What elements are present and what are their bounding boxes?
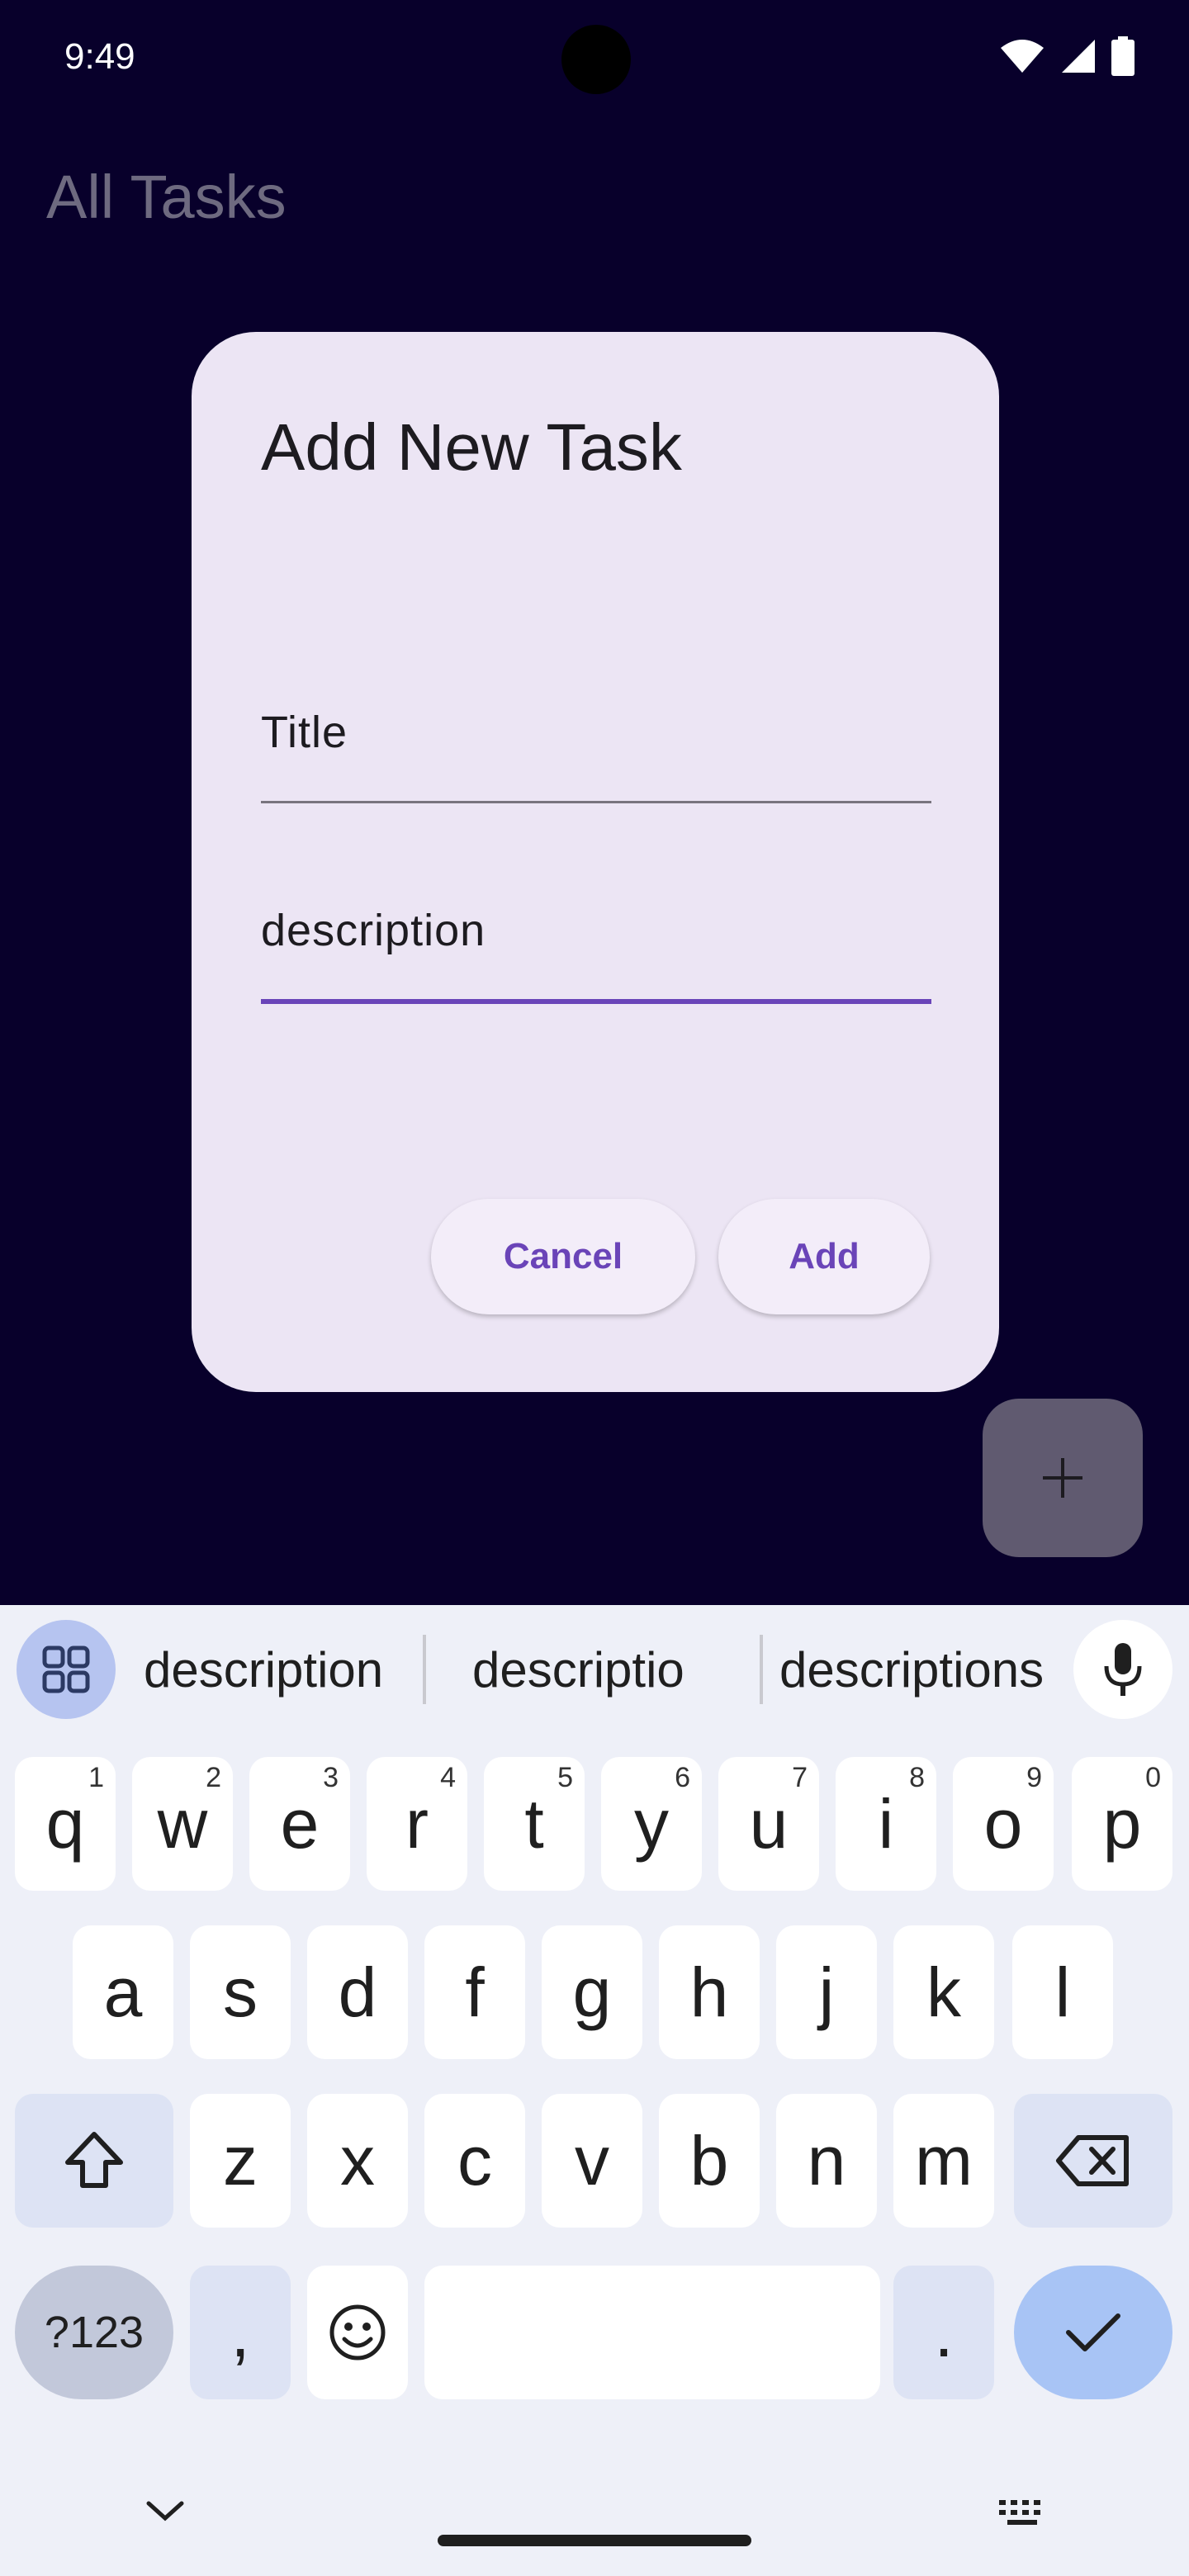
add-button[interactable]: Add [718, 1199, 930, 1314]
key-h[interactable]: h [659, 1925, 760, 2059]
signal-icon [1062, 40, 1095, 73]
cancel-button[interactable]: Cancel [431, 1199, 695, 1314]
key-r[interactable]: r4 [367, 1757, 467, 1891]
key-v[interactable]: v [542, 2094, 642, 2228]
soft-keyboard: description descriptio descriptions q1 w… [0, 1605, 1189, 2576]
status-icons [999, 36, 1135, 76]
period-key[interactable]: . [893, 2266, 994, 2399]
suggestion-1[interactable]: description [144, 1641, 383, 1698]
key-p[interactable]: p0 [1072, 1757, 1172, 1891]
suggestion-3[interactable]: descriptions [779, 1641, 1044, 1698]
key-n[interactable]: n [776, 2094, 877, 2228]
emoji-key[interactable] [307, 2266, 408, 2399]
done-key[interactable] [1014, 2266, 1172, 2399]
key-c[interactable]: c [424, 2094, 525, 2228]
key-f[interactable]: f [424, 1925, 525, 2059]
keyboard-switch-icon[interactable] [996, 2497, 1050, 2530]
key-u[interactable]: u7 [718, 1757, 819, 1891]
key-y[interactable]: y6 [601, 1757, 702, 1891]
key-k[interactable]: k [893, 1925, 994, 2059]
camera-cutout [561, 25, 631, 94]
description-field-value: description [261, 906, 486, 955]
plus-icon [1043, 1458, 1082, 1498]
suggestion-divider [760, 1635, 763, 1704]
add-task-dialog: Add New Task Title description Cancel Ad… [192, 332, 999, 1392]
page-title: All Tasks [46, 163, 287, 231]
key-z[interactable]: z [190, 2094, 291, 2228]
comma-key[interactable]: , [190, 2266, 291, 2399]
key-a[interactable]: a [73, 1925, 173, 2059]
description-field-underline [261, 999, 931, 1004]
suggestion-2[interactable]: descriptio [472, 1641, 685, 1698]
home-gesture-bar[interactable] [438, 2535, 751, 2546]
wifi-icon [1001, 40, 1044, 73]
checkmark-icon [1066, 2313, 1120, 2351]
key-w[interactable]: w2 [132, 1757, 233, 1891]
emoji-icon [329, 2304, 386, 2361]
key-e[interactable]: e3 [249, 1757, 350, 1891]
space-key[interactable] [424, 2266, 880, 2399]
backspace-icon [1056, 2135, 1129, 2186]
key-q[interactable]: q1 [15, 1757, 116, 1891]
key-g[interactable]: g [542, 1925, 642, 2059]
chevron-down-icon[interactable] [144, 2497, 187, 2525]
title-field-value: Title [261, 708, 348, 757]
key-o[interactable]: o9 [953, 1757, 1054, 1891]
status-time: 9:49 [64, 36, 135, 77]
key-m[interactable]: m [893, 2094, 994, 2228]
key-d[interactable]: d [307, 1925, 408, 2059]
apps-grid-icon[interactable] [17, 1620, 116, 1719]
key-s[interactable]: s [190, 1925, 291, 2059]
key-x[interactable]: x [307, 2094, 408, 2228]
dialog-title: Add New Task [261, 410, 682, 484]
key-i[interactable]: i8 [836, 1757, 936, 1891]
description-field[interactable]: description [261, 905, 931, 1017]
shift-icon [65, 2132, 123, 2188]
backspace-key[interactable] [1014, 2094, 1172, 2228]
title-field[interactable]: Title [261, 707, 931, 819]
key-l[interactable]: l [1012, 1925, 1113, 2059]
add-task-fab[interactable] [983, 1399, 1143, 1557]
key-b[interactable]: b [659, 2094, 760, 2228]
key-j[interactable]: j [776, 1925, 877, 2059]
mic-icon[interactable] [1073, 1620, 1172, 1719]
title-field-underline [261, 801, 931, 803]
shift-key[interactable] [15, 2094, 173, 2228]
key-t[interactable]: t5 [484, 1757, 585, 1891]
symbols-key[interactable]: ?123 [15, 2266, 173, 2399]
suggestion-divider [423, 1635, 426, 1704]
battery-icon [1111, 36, 1135, 76]
